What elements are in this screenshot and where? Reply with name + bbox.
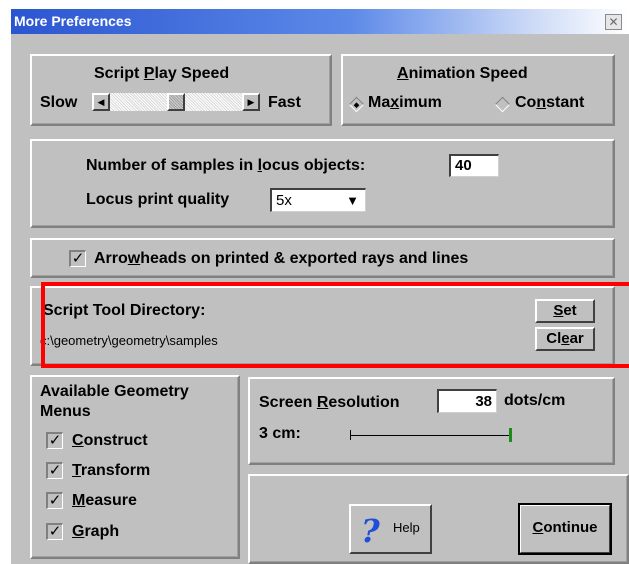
scroll-thumb[interactable] xyxy=(167,93,185,111)
slow-label: Slow xyxy=(40,94,78,111)
transform-label[interactable]: Transform xyxy=(72,462,150,480)
resolution-unit: dots/cm xyxy=(504,392,566,409)
script-play-speed-panel: Script Play Speed Slow ◀ ▶ Fast xyxy=(30,54,332,126)
quality-select[interactable]: 5x ▼ xyxy=(270,188,366,212)
checkmark-icon: ✓ xyxy=(48,462,62,479)
help-button[interactable]: ? Help xyxy=(349,504,432,554)
maximum-label[interactable]: Maximum xyxy=(368,94,442,112)
arrowheads-checkbox[interactable]: ✓ xyxy=(69,250,86,267)
line-end-tick xyxy=(509,428,512,442)
maximum-radio[interactable] xyxy=(348,96,365,113)
bottom-buttons-panel: ? Help Continue xyxy=(248,474,629,564)
construct-checkbox[interactable]: ✓ xyxy=(46,432,63,449)
script-play-speed-title: Script Play Speed xyxy=(94,65,230,82)
scroll-right-button[interactable]: ▶ xyxy=(242,93,260,111)
graph-label[interactable]: Graph xyxy=(72,523,119,541)
arrowheads-label[interactable]: Arrowheads on printed & exported rays an… xyxy=(94,250,468,268)
samples-label: Number of samples in locus objects: xyxy=(86,157,366,174)
graph-checkbox[interactable]: ✓ xyxy=(46,523,63,540)
title-bar[interactable]: More Preferences ✕ xyxy=(11,9,629,34)
close-button[interactable]: ✕ xyxy=(605,14,622,30)
help-question-icon: ? xyxy=(361,512,380,550)
quality-value: 5x xyxy=(276,192,292,209)
constant-radio[interactable] xyxy=(494,96,511,113)
resolution-label: Screen Resolution xyxy=(259,394,400,411)
line-start-tick xyxy=(350,430,351,440)
animation-speed-title: Animation Speed xyxy=(397,65,528,82)
samples-input[interactable]: 40 xyxy=(449,154,499,177)
help-label: Help xyxy=(393,520,420,535)
sample-length-label: 3 cm: xyxy=(259,425,301,442)
screen-resolution-panel: Screen Resolution 38 dots/cm 3 cm: xyxy=(248,377,615,465)
menus-title-line2: Menus xyxy=(40,403,91,420)
close-icon: ✕ xyxy=(608,15,619,29)
arrow-left-icon: ◀ xyxy=(97,97,105,107)
continue-button[interactable]: Continue xyxy=(518,503,612,555)
dropdown-arrow-icon: ▼ xyxy=(346,193,359,208)
fast-label: Fast xyxy=(268,94,301,111)
play-speed-scrollbar[interactable]: ◀ ▶ xyxy=(92,93,260,111)
measure-label[interactable]: Measure xyxy=(72,492,137,510)
geometry-menus-panel: Available Geometry Menus ✓ Construct ✓ T… xyxy=(30,375,240,559)
construct-label[interactable]: Construct xyxy=(72,432,148,450)
quality-label: Locus print quality xyxy=(86,191,230,208)
arrow-right-icon: ▶ xyxy=(247,97,255,107)
window-title: More Preferences xyxy=(14,13,132,29)
checkmark-icon: ✓ xyxy=(71,250,85,267)
scroll-left-button[interactable]: ◀ xyxy=(92,93,110,111)
resolution-input[interactable]: 38 xyxy=(437,389,497,413)
constant-label[interactable]: Constant xyxy=(515,94,584,112)
sample-length-line xyxy=(350,435,512,436)
checkmark-icon: ✓ xyxy=(48,523,62,540)
transform-checkbox[interactable]: ✓ xyxy=(46,462,63,479)
animation-speed-panel: Animation Speed Maximum Constant xyxy=(341,54,615,126)
locus-panel: Number of samples in locus objects: 40 L… xyxy=(30,139,615,228)
red-highlight-box xyxy=(41,282,629,368)
checkmark-icon: ✓ xyxy=(48,432,62,449)
arrowheads-panel: ✓ Arrowheads on printed & exported rays … xyxy=(30,238,615,278)
measure-checkbox[interactable]: ✓ xyxy=(46,492,63,509)
checkmark-icon: ✓ xyxy=(48,492,62,509)
menus-title-line1: Available Geometry xyxy=(40,383,189,400)
